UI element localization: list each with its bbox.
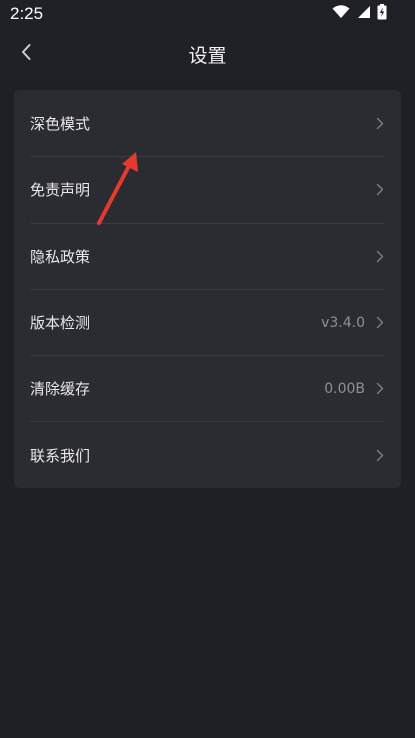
settings-item-label: 深色模式 <box>30 114 91 133</box>
status-bar: 2:25 <box>0 0 415 30</box>
settings-screen: 2:25 设置 深色模式 免责声明 隐私政策 版本检测 v3.4.0 清除缓存 … <box>0 0 415 738</box>
chevron-right-icon <box>375 448 385 462</box>
chevron-right-icon <box>375 183 385 197</box>
status-time: 2:25 <box>10 4 44 23</box>
settings-list: 深色模式 免责声明 隐私政策 版本检测 v3.4.0 清除缓存 0.00B 联系… <box>14 90 401 488</box>
settings-item-disclaimer[interactable]: 免责声明 <box>30 156 385 222</box>
signal-icon <box>356 5 371 19</box>
chevron-right-icon <box>375 382 385 396</box>
settings-item-privacy-policy[interactable]: 隐私政策 <box>30 222 385 289</box>
settings-item-clear-cache[interactable]: 清除缓存 0.00B <box>30 355 385 421</box>
settings-item-label: 版本检测 <box>30 314 91 333</box>
settings-item-label: 隐私政策 <box>30 247 91 266</box>
cache-size-value: 0.00B <box>324 380 365 397</box>
settings-item-dark-mode[interactable]: 深色模式 <box>30 90 385 156</box>
page-title: 设置 <box>188 45 227 67</box>
settings-item-contact-us[interactable]: 联系我们 <box>30 421 385 487</box>
version-value: v3.4.0 <box>321 314 365 331</box>
chevron-right-icon <box>375 116 385 130</box>
settings-item-label: 免责声明 <box>30 181 91 200</box>
settings-item-label: 联系我们 <box>30 446 91 465</box>
wifi-icon <box>332 5 350 19</box>
settings-item-label: 清除缓存 <box>30 380 91 399</box>
chevron-right-icon <box>375 316 385 330</box>
settings-item-version-check[interactable]: 版本检测 v3.4.0 <box>30 288 385 355</box>
app-bar: 设置 <box>0 30 415 78</box>
chevron-right-icon <box>375 249 385 263</box>
battery-icon <box>377 4 387 20</box>
status-icons <box>332 4 387 20</box>
